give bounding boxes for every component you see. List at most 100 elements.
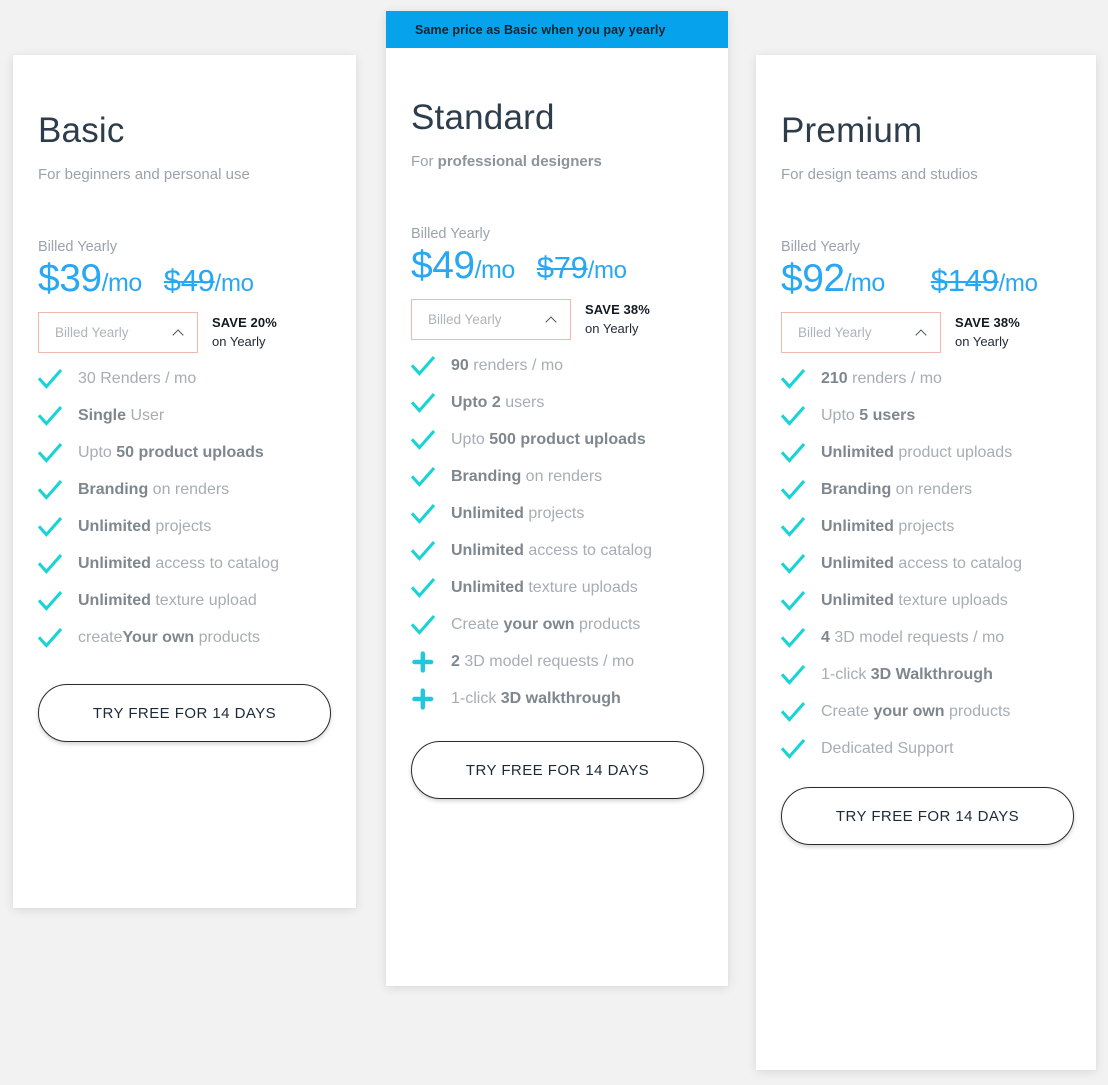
feature-emphasis: Unlimited [821, 518, 899, 536]
feature-emphasis: Unlimited [78, 518, 156, 536]
cta-wrap-premium: TRY FREE FOR 14 DAYS [756, 787, 1096, 846]
billing-row-standard: Billed Yearly SAVE 38% on Yearly [411, 299, 703, 341]
feature-plain: 3D model requests / mo [464, 653, 635, 671]
feature-plain: on renders [525, 468, 603, 486]
save-subline: on Yearly [955, 333, 1009, 349]
feature-emphasis: Unlimited [821, 555, 899, 573]
feature-item: Create your own products [781, 700, 1071, 724]
feature-emphasis: Unlimited [821, 592, 899, 610]
feature-plain: renders / mo [473, 357, 564, 375]
billing-cycle-select-premium[interactable]: Billed Yearly [781, 312, 941, 354]
feature-label: Upto 5 users [821, 404, 915, 428]
price-unit: /mo [101, 268, 143, 297]
feature-plain: 1-click [451, 690, 501, 708]
chevron-up-icon [173, 327, 184, 338]
original-price-standard: $79/mo [537, 250, 627, 286]
feature-label: 90 renders / mo [451, 354, 563, 378]
billed-label-basic: Billed Yearly [38, 238, 117, 255]
feature-label: Unlimited access to catalog [78, 552, 279, 576]
feature-plain: texture uploads [898, 592, 1008, 610]
check-icon [38, 479, 62, 502]
billing-cycle-value: Billed Yearly [798, 325, 872, 341]
price-unit: /mo [844, 268, 886, 297]
feature-plain: access to catalog [528, 542, 652, 560]
price-amount: 49 [432, 243, 475, 287]
feature-emphasis: Branding [821, 481, 896, 499]
check-icon [781, 368, 805, 391]
feature-plain: Upto [451, 431, 490, 449]
feature-label: createYour own products [78, 626, 260, 650]
check-icon [781, 553, 805, 576]
feature-emphasis: 50 product uploads [116, 444, 264, 462]
save-subline: on Yearly [212, 333, 266, 349]
feature-item: 2 3D model requests / mo [411, 650, 703, 674]
billing-cycle-select-basic[interactable]: Billed Yearly [38, 312, 198, 354]
feature-emphasis: Unlimited [78, 592, 156, 610]
check-icon [781, 405, 805, 428]
feature-plain: For design teams and studios [781, 165, 978, 183]
price-amount: 39 [59, 256, 102, 300]
feature-plain: products [579, 616, 641, 634]
price-row-standard: $49/mo $79/mo [411, 244, 703, 288]
save-badge-premium: SAVE 38% on Yearly [955, 314, 1020, 351]
try-free-button-premium[interactable]: TRY FREE FOR 14 DAYS [781, 787, 1074, 846]
check-icon [781, 590, 805, 613]
promo-ribbon-text: Same price as Basic when you pay yearly [415, 22, 666, 37]
feature-label: Unlimited texture uploads [451, 576, 638, 600]
feature-plain: products [949, 703, 1011, 721]
check-icon [411, 540, 435, 563]
card-body-standard: Standard For professional designers Bill… [386, 48, 728, 711]
feature-list-premium: 210 renders / mo Upto 5 users Unlimited pr… [781, 367, 1071, 761]
feature-item: 1-click 3D Walkthrough [781, 663, 1071, 687]
plan-name-standard: Standard [411, 98, 555, 137]
feature-label: Branding on renders [78, 478, 229, 502]
feature-plain: texture upload [155, 592, 257, 610]
feature-label: 4 3D model requests / mo [821, 626, 1004, 650]
feature-plain: product uploads [898, 444, 1013, 462]
feature-label: 1-click 3D walkthrough [451, 687, 621, 711]
original-price-unit: /mo [587, 256, 627, 284]
feature-emphasis: Unlimited [451, 542, 529, 560]
plus-icon [411, 651, 435, 674]
feature-item: Unlimited texture upload [38, 589, 331, 613]
check-icon [781, 701, 805, 724]
feature-item: 210 renders / mo [781, 367, 1071, 391]
feature-item: Branding on renders [781, 478, 1071, 502]
feature-item: Upto 5 users [781, 404, 1071, 428]
feature-emphasis: 5 users [859, 407, 916, 425]
feature-plain: access to catalog [155, 555, 279, 573]
feature-item: Unlimited texture uploads [411, 576, 703, 600]
feature-plain: Create [451, 616, 504, 634]
price-row-premium: $92/mo $149/mo [781, 257, 1071, 301]
current-price-premium: $92/mo [781, 257, 885, 301]
currency-symbol: $ [38, 256, 60, 300]
feature-plain: projects [155, 518, 212, 536]
current-price-standard: $49/mo [411, 244, 515, 288]
try-free-button-standard[interactable]: TRY FREE FOR 14 DAYS [411, 741, 704, 800]
check-icon [411, 429, 435, 452]
feature-item: Unlimited access to catalog [411, 539, 703, 563]
check-icon [38, 442, 62, 465]
save-subline: on Yearly [585, 320, 639, 336]
original-price-unit: /mo [998, 269, 1038, 297]
check-icon [781, 479, 805, 502]
original-price-unit: /mo [214, 269, 254, 297]
pricing-card-standard: Same price as Basic when you pay yearly … [386, 11, 728, 986]
feature-label: Unlimited projects [821, 515, 954, 539]
check-icon [781, 442, 805, 465]
try-free-button-basic[interactable]: TRY FREE FOR 14 DAYS [38, 684, 331, 743]
feature-label: Branding on renders [451, 465, 602, 489]
check-icon [38, 405, 62, 428]
feature-label: Unlimited projects [78, 515, 211, 539]
feature-item: Unlimited projects [38, 515, 331, 539]
original-price-amount: $49 [163, 262, 215, 298]
feature-item: Create your own products [411, 613, 703, 637]
pricing-card-basic: Basic For beginners and personal use Bil… [13, 55, 356, 908]
check-icon [411, 355, 435, 378]
check-icon [411, 614, 435, 637]
feature-emphasis: 500 product uploads [489, 431, 646, 449]
feature-emphasis: 210 [821, 370, 853, 388]
feature-item: Unlimited texture uploads [781, 589, 1071, 613]
billing-cycle-select-standard[interactable]: Billed Yearly [411, 299, 571, 341]
feature-plain: on renders [895, 481, 973, 499]
